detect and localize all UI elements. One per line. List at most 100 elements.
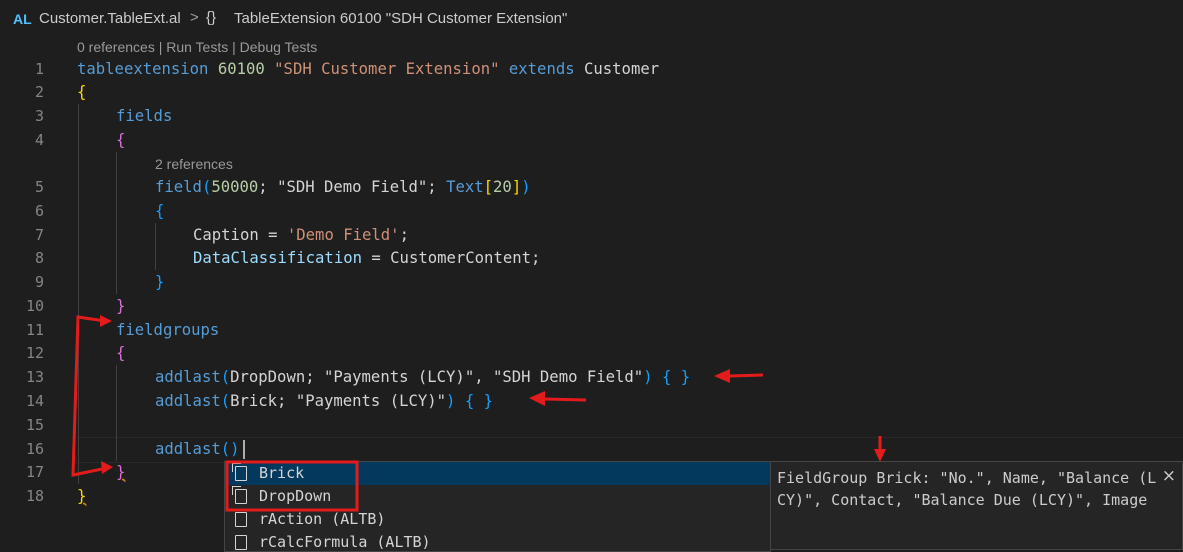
indent-guide (116, 152, 117, 294)
paren: ( (220, 440, 231, 458)
code-line-8[interactable]: DataClassification = CustomerContent; (193, 246, 540, 270)
line-number: 17 (25, 463, 44, 481)
line-number: 4 (34, 131, 44, 149)
breadcrumb: AL Customer.TableExt.al > {} TableExtens… (0, 0, 1183, 38)
code-line-9[interactable]: } (155, 270, 164, 294)
paren: ) (230, 440, 240, 458)
line-number: 14 (25, 392, 44, 410)
code-lens-references[interactable]: 0 references | Run Tests | Debug Tests (77, 37, 317, 57)
line-number: 2 (34, 83, 44, 101)
code-line-1[interactable]: tableextension 60100 "SDH Customer Exten… (77, 57, 659, 81)
code-line-4[interactable]: { (116, 128, 125, 152)
suggestion-item-dropdown[interactable]: DropDown (225, 485, 770, 508)
identifier: Customer (584, 60, 660, 78)
field-group-icon (232, 463, 247, 481)
string: "SDH Demo Field" (277, 178, 428, 196)
value: CustomerContent (390, 249, 531, 267)
code-line-10[interactable]: } (116, 294, 125, 318)
paren: ) (521, 178, 531, 196)
operator: = (362, 249, 391, 267)
line-number: 18 (25, 487, 44, 505)
suggestion-label: Brick (259, 464, 305, 482)
line-number: 12 (25, 344, 44, 362)
line-number: 11 (25, 321, 44, 339)
string: 'Demo Field' (286, 226, 400, 244)
text-cursor (243, 440, 245, 459)
brace: } (116, 297, 126, 315)
code-line-2[interactable]: { (77, 80, 86, 104)
keyword: addlast (155, 440, 221, 458)
number: 50000 (211, 178, 259, 196)
code-line-17[interactable]: } (116, 460, 125, 484)
code-line-3[interactable]: fields (116, 104, 172, 128)
indent-guide (78, 104, 79, 484)
braces: { } (652, 368, 691, 386)
snippet-icon (235, 535, 247, 550)
breadcrumb-separator: > (190, 9, 199, 26)
breadcrumb-symbol[interactable]: TableExtension 60100 "SDH Customer Exten… (234, 10, 567, 27)
punctuation: ; (399, 226, 409, 244)
paren: ( (201, 178, 212, 196)
line-number: 8 (34, 249, 44, 267)
symbol-icon: {} (206, 9, 217, 26)
arrow-annotation (729, 373, 764, 378)
number: 60100 (217, 60, 265, 78)
code-line-7[interactable]: Caption = 'Demo Field'; (193, 223, 409, 247)
line-number: 9 (34, 273, 44, 291)
keyword: fields (116, 107, 173, 125)
paren: ( (220, 368, 231, 386)
code-line-18[interactable]: } (77, 484, 86, 508)
code-line-14[interactable]: addlast(Brick; "Payments (LCY)") { } (155, 389, 493, 413)
suggestion-item-rcalcformula[interactable]: rCalcFormula (ALTB) (225, 531, 770, 551)
snippet-icon (235, 512, 247, 527)
keyword: fieldgroups (116, 321, 220, 339)
line-number: 7 (34, 226, 44, 244)
arrow-head (100, 315, 112, 327)
property: Caption (193, 226, 259, 244)
arguments: DropDown; "Payments (LCY)", "SDH Demo Fi… (230, 368, 644, 386)
code-line-6[interactable]: { (155, 199, 164, 223)
close-icon[interactable]: × (1162, 466, 1176, 486)
line-number: 6 (34, 202, 44, 220)
string: "SDH Customer Extension" (274, 60, 500, 78)
code-line-5[interactable]: field(50000; "SDH Demo Field"; Text[20]) (155, 175, 531, 199)
punctuation: ; (427, 178, 447, 196)
bracket: ] (511, 178, 522, 196)
arguments: Brick; "Payments (LCY)" (230, 392, 447, 410)
suggestion-label: rAction (ALTB) (259, 510, 386, 528)
line-number: 10 (25, 297, 44, 315)
operator: = (258, 226, 287, 244)
punctuation: ; (531, 249, 541, 267)
keyword: addlast (155, 368, 221, 386)
keyword: tableextension (77, 60, 209, 78)
line-number: 5 (34, 178, 44, 196)
code-line-12[interactable]: { (116, 341, 125, 365)
brace: } (116, 463, 126, 481)
brace: } (155, 273, 165, 291)
line-number: 13 (25, 368, 44, 386)
line-number: 16 (25, 440, 44, 458)
keyword: extends (508, 60, 575, 78)
code-line-16[interactable]: addlast() (155, 437, 240, 461)
details-text: FieldGroup Brick: "No.", Name, "Balance … (777, 469, 1157, 509)
brace: { (116, 344, 126, 362)
paren: ( (220, 392, 231, 410)
number: 20 (493, 178, 512, 196)
suggestion-item-brick[interactable]: Brick (225, 462, 770, 485)
brace: { (155, 202, 165, 220)
keyword: addlast (155, 392, 221, 410)
al-file-icon: AL (13, 11, 32, 27)
punctuation: ; (258, 178, 278, 196)
brace: { (116, 131, 126, 149)
line-number: 1 (34, 60, 44, 78)
indent-guide (116, 365, 117, 461)
arrow-head (529, 391, 545, 406)
code-lens-references[interactable]: 2 references (155, 154, 233, 174)
braces: { } (455, 392, 493, 410)
code-line-13[interactable]: addlast(DropDown; "Payments (LCY)", "SDH… (155, 365, 690, 389)
suggestion-item-raction[interactable]: rAction (ALTB) (225, 508, 770, 531)
brace: } (77, 487, 87, 505)
breadcrumb-file[interactable]: Customer.TableExt.al (39, 10, 181, 27)
suggestion-list[interactable]: Brick DropDown rAction (ALTB) rCalcFormu… (224, 461, 771, 552)
code-line-11[interactable]: fieldgroups (116, 318, 219, 342)
